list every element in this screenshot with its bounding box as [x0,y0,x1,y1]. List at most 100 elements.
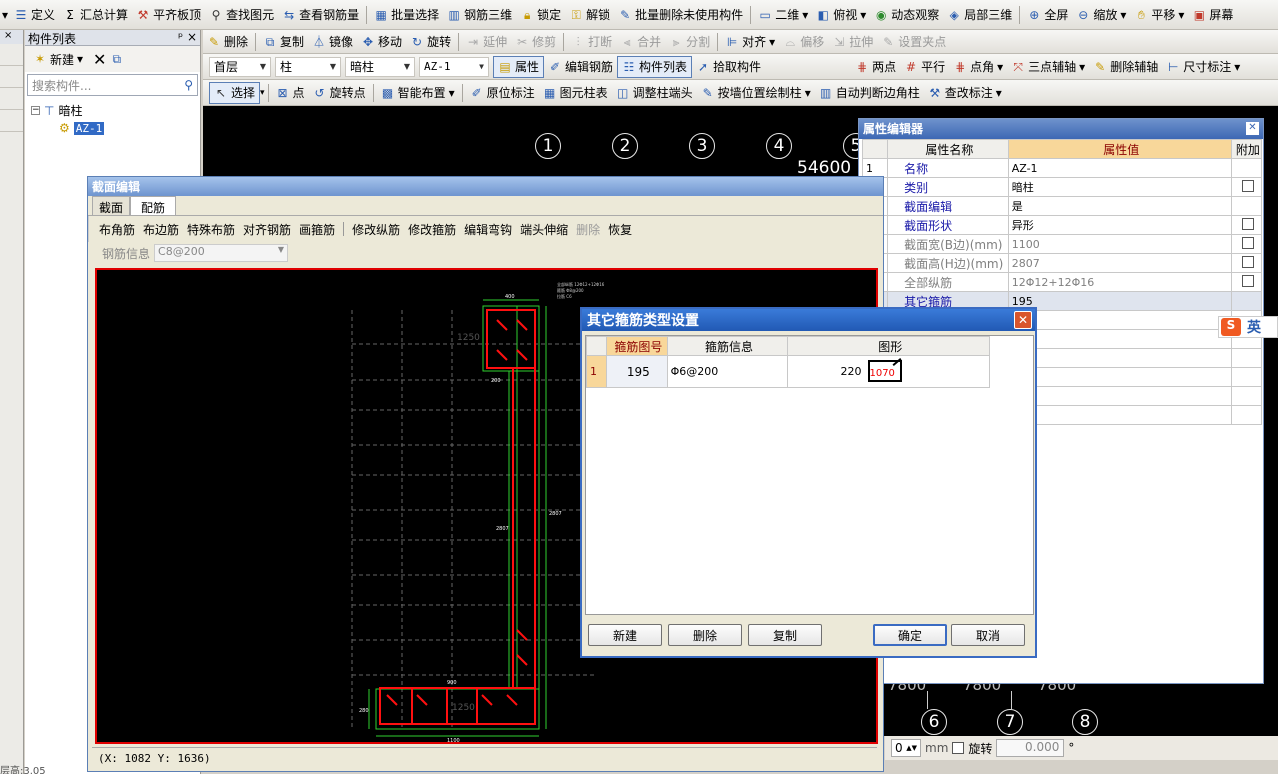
property-value[interactable]: 12Φ12+12Φ16 [1007,272,1232,292]
property-editor-close-icon[interactable]: ✕ [1246,122,1259,135]
screen-button[interactable]: ▣ 屏幕 [1188,4,1237,26]
collapse-icon[interactable]: − [31,106,40,115]
zoom-button[interactable]: ⊖ 缩放 ▾ [1072,4,1130,26]
properties-button[interactable]: ▤ 属性 [493,55,545,78]
panel-pin-icon[interactable]: ᵖ × [178,30,197,45]
component-list-button[interactable]: ☷ 构件列表 [617,55,693,78]
component-select[interactable]: AZ-1 ▼ [419,56,489,77]
split-button[interactable]: ⫸ 分割 [665,31,714,53]
smart-layout-button[interactable]: ▩ 智能布置 ▾ [377,82,459,104]
subtype-select[interactable]: 暗柱 ▼ [345,56,415,77]
select-dropdown[interactable]: ▾ [260,88,265,98]
rotate-point-button[interactable]: ↺ 旋转点 [309,82,370,104]
property-value[interactable]: 195 [1007,291,1232,311]
extra-checkbox[interactable] [1241,274,1254,287]
edit-rebar-button[interactable]: ✐ 编辑钢筋 [544,56,617,78]
offset-button[interactable]: ⌓ 偏移 [779,31,828,53]
rebar-info-select[interactable]: C8@200 ▼ [154,244,289,262]
row-code[interactable]: 195 [606,355,668,388]
point-angle-button[interactable]: ⋕ 点角 ▾ [949,56,1007,78]
fullscreen-button[interactable]: ⊕ 全屏 [1023,4,1072,26]
new-button[interactable]: 新建 [588,624,662,646]
three-point-axis-button[interactable]: ⤧ 三点辅轴 ▾ [1007,56,1089,78]
property-value[interactable]: 是 [1007,196,1232,216]
property-value[interactable]: 2807 [1007,253,1232,273]
ok-button[interactable]: 确定 [873,624,947,646]
unlock-button[interactable]: ⚿ 解锁 [565,4,614,26]
property-row[interactable]: 1 名称 AZ-1 [861,158,1263,178]
lock-button[interactable]: 🔒︎ 锁定 [516,4,565,26]
rotate-checkbox[interactable] [952,742,965,754]
parallel-button[interactable]: # 平行 [900,56,949,78]
find-button[interactable]: ⚲ 查找图元 [205,4,278,26]
batch-delete-button[interactable]: ✎ 批量删除未使用构件 [614,4,747,26]
copy-button[interactable]: 复制 [748,624,822,646]
point-button[interactable]: ⊠ 点 [272,82,309,104]
property-row[interactable]: 截面高(H边)(mm) 2807 [861,253,1263,273]
in-place-label-button[interactable]: ✐ 原位标注 [466,82,539,104]
dynamic-view-button[interactable]: ◉ 动态观察 [870,4,943,26]
section-tool-5[interactable]: 修改纵筋 [352,221,400,238]
auto-corner-button[interactable]: ▥ 自动判断边角柱 [815,82,924,104]
trim-button[interactable]: ✂ 修剪 [511,31,560,53]
delete-component-icon[interactable]: ✕ [93,50,106,69]
dock-close-icon[interactable]: × [0,30,23,44]
section-tool-6[interactable]: 修改箍筋 [408,221,456,238]
property-row[interactable]: 截面形状 异形 [861,215,1263,235]
select-button[interactable]: ↖ 选择 [209,81,261,104]
extend-button[interactable]: ⇥ 延伸 [462,31,511,53]
draw-by-wall-button[interactable]: ✎ 按墙位置绘制柱 ▾ [697,82,815,104]
local3d-button[interactable]: ◈ 局部三维 [943,4,1016,26]
delete-button[interactable]: 删除 [668,624,742,646]
angle-stepper[interactable]: 0 ▲▼ [891,739,921,757]
change-label-button[interactable]: ⚒ 查改标注 ▾ [924,82,1006,104]
property-value[interactable]: 异形 [1007,215,1232,235]
align-top-button[interactable]: ⚒ 平齐板顶 [132,4,205,26]
tab-section[interactable]: 截面 [92,196,131,215]
view-rebar-button[interactable]: ⇆ 查看钢筋量 [278,4,363,26]
copy-component-icon[interactable]: ⧉ [112,52,121,67]
extra-checkbox[interactable] [1241,179,1254,192]
stretch-button[interactable]: ⇲ 拉伸 [828,31,877,53]
property-row[interactable]: 类别 暗柱 [861,177,1263,197]
merge-button[interactable]: ⫷ 合并 [616,31,665,53]
section-tool-9[interactable]: 删除 [576,221,600,238]
set-grip-button[interactable]: ✎ 设置夹点 [877,31,950,53]
tab-rebar[interactable]: 配筋 [130,196,177,215]
dimension-button[interactable]: ⊢ 尺寸标注 ▾ [1162,56,1244,78]
adjust-column-end-button[interactable]: ◫ 调整柱端头 [612,82,697,104]
summary-button[interactable]: Σ 汇总计算 [59,4,132,26]
move-button[interactable]: ✥ 移动 [357,31,406,53]
row-shape-cell[interactable]: 220 1070 [787,355,990,388]
delete-axis-button[interactable]: ✎ 删除辅轴 [1089,56,1162,78]
batch-select-button[interactable]: ▦ 批量选择 [370,4,443,26]
section-tool-3[interactable]: 对齐钢筋 [243,221,291,238]
search-input[interactable]: 搜索构件... [32,77,91,94]
mirror-button[interactable]: ⏃ 镜像 [308,31,357,53]
two-points-button[interactable]: ⋕ 两点 [851,56,900,78]
stirrup-row[interactable]: 1 195 Φ6@200 220 1070 [585,355,990,388]
extra-checkbox[interactable] [1241,255,1254,268]
tree-node-root[interactable]: − ⊤ 暗柱 [31,102,194,119]
cancel-button[interactable]: 取消 [951,624,1025,646]
dialog-close-icon[interactable]: ✕ [1014,311,1032,329]
property-row[interactable]: 截面编辑是 [861,196,1263,216]
property-row[interactable]: 截面宽(B边)(mm) 1100 [861,234,1263,254]
search-icon[interactable]: ⚲ [184,78,193,92]
column-table-button[interactable]: ▦ 图元柱表 [539,82,612,104]
rotate-value-field[interactable]: 0.000 [996,739,1065,757]
ime-indicator[interactable]: S 英 [1218,316,1278,338]
section-tool-10[interactable]: 恢复 [608,221,632,238]
row-info[interactable]: Φ6@200 [666,355,789,388]
rebar3d-button[interactable]: ▥ 钢筋三维 [443,4,516,26]
tree-node-child[interactable]: ⚙ AZ-1 [31,121,194,135]
section-tool-7[interactable]: 编辑弯钩 [464,221,512,238]
section-tool-1[interactable]: 布边筋 [143,221,179,238]
extra-checkbox[interactable] [1241,217,1254,230]
new-component-button[interactable]: ✶ 新建 ▾ [29,48,87,70]
break-button[interactable]: ⫶ 打断 [567,31,616,53]
type-select[interactable]: 柱 ▼ [275,56,341,77]
property-value[interactable]: 暗柱 [1007,177,1232,197]
property-row[interactable]: 全部纵筋 12Φ12+12Φ16 [861,272,1263,292]
rotate-button[interactable]: ↻ 旋转 [406,31,455,53]
